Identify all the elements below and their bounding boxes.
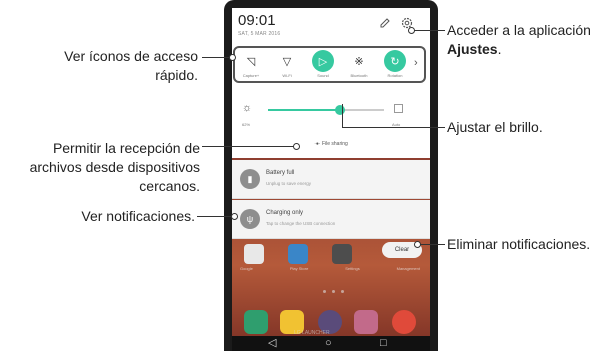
clock: 09:01 <box>238 12 276 29</box>
app-label: Settings <box>345 266 360 271</box>
qs-capture[interactable]: ◹ Capture+ <box>233 50 269 79</box>
qs-sound[interactable]: ▷ Sound <box>305 50 341 78</box>
brightness-fill <box>268 109 340 111</box>
qs-bluetooth[interactable]: ※ Bluetooth <box>341 50 377 79</box>
bluetooth-icon: ※ <box>354 55 364 68</box>
brightness-percent: 62% <box>242 122 251 127</box>
leader-dot <box>408 27 415 34</box>
leader-line <box>342 127 445 128</box>
chevron-right-icon[interactable]: › <box>414 57 418 69</box>
app-label-row: Google Play Store Settings Management <box>240 266 420 271</box>
brightness-slider[interactable] <box>268 105 384 115</box>
battery-icon: ▮ <box>240 169 260 189</box>
date: SAT, 5 MAR 2016 <box>238 31 281 37</box>
rotation-icon: ↻ <box>384 50 406 72</box>
home-icon[interactable]: ○ <box>325 336 332 351</box>
leader-line <box>412 30 445 31</box>
auto-brightness-checkbox[interactable] <box>394 104 403 113</box>
app-label: Google <box>240 266 253 271</box>
callout-notifications: Ver notificaciones. <box>81 208 195 224</box>
leader-dot <box>414 241 421 248</box>
callout-file-sharing: Permitir la recepción de archivos desde … <box>29 140 200 194</box>
file-sharing-icon: ·●· <box>314 141 321 147</box>
leader-line <box>342 104 343 128</box>
leader-dot <box>231 213 238 220</box>
qs-label: Bluetooth <box>350 73 368 78</box>
gallery-app-icon[interactable] <box>354 310 378 334</box>
back-icon[interactable]: ◁ <box>268 336 276 351</box>
notification-title: Battery full <box>266 170 295 176</box>
qs-label: Capture+ <box>242 73 260 78</box>
notification-title: Charging only <box>266 210 304 216</box>
brightness-icon: ☼ <box>242 102 253 114</box>
brightness-knob[interactable] <box>334 105 345 115</box>
callout-settings: Acceder a la aplicación Ajustes. <box>447 21 611 59</box>
capture-icon: ◹ <box>246 55 256 68</box>
leader-line <box>418 244 445 245</box>
play-store-icon[interactable] <box>288 244 308 264</box>
page-indicator <box>320 280 347 298</box>
callout-settings-text: Acceder a la aplicación <box>447 22 591 38</box>
leader-line <box>202 57 232 58</box>
wifi-icon: ▽ <box>282 55 292 68</box>
qs-wifi[interactable]: ▽ Wi-Fi <box>269 50 305 79</box>
notification-battery[interactable]: ▮ Battery full Unplug to save energy <box>232 160 430 199</box>
chrome-app-icon[interactable] <box>392 310 416 334</box>
callout-clear: Eliminar notificaciones. <box>447 236 591 252</box>
leader-line <box>197 216 234 217</box>
phone-app-icon[interactable] <box>244 310 268 334</box>
file-sharing-label: File sharing <box>321 141 348 147</box>
phone-mockup: 09:01 SAT, 5 MAR 2016 ◹ Capture+ ▽ Wi-Fi… <box>224 0 438 351</box>
notification-subtitle: Tap to change the USB connection <box>266 221 336 226</box>
app-label: Play Store <box>289 266 309 271</box>
phone-screen: 09:01 SAT, 5 MAR 2016 ◹ Capture+ ▽ Wi-Fi… <box>232 8 430 351</box>
notification-usb[interactable]: ψ Charging only Tap to change the USB co… <box>232 200 430 239</box>
callout-brightness: Ajustar el brillo. <box>447 119 543 135</box>
qs-label: Rotation <box>387 73 403 78</box>
qs-label: Wi-Fi <box>282 73 292 78</box>
app-label: Management <box>396 266 420 271</box>
leader-dot <box>229 54 236 61</box>
qs-rotation[interactable]: ↻ Rotation <box>377 50 413 78</box>
notification-subtitle: Unplug to save energy <box>266 181 312 186</box>
notification-panel: 09:01 SAT, 5 MAR 2016 ◹ Capture+ ▽ Wi-Fi… <box>232 8 430 158</box>
google-folder-icon[interactable] <box>244 244 264 264</box>
sound-icon: ▷ <box>312 50 334 72</box>
callout-settings-bold: Ajustes <box>447 41 498 57</box>
qs-label: Sound <box>317 73 329 78</box>
leader-dot <box>293 143 300 150</box>
leader-line <box>202 146 296 147</box>
settings-app-icon[interactable] <box>332 244 352 264</box>
callout-quick-access: Ver íconos de acceso rápido. <box>64 48 198 83</box>
usb-icon: ψ <box>240 209 260 229</box>
navigation-bar: ◁ ○ □ <box>232 336 430 351</box>
callout-settings-suffix: . <box>497 41 502 57</box>
recents-icon[interactable]: □ <box>380 336 387 351</box>
edit-icon[interactable] <box>378 16 392 30</box>
